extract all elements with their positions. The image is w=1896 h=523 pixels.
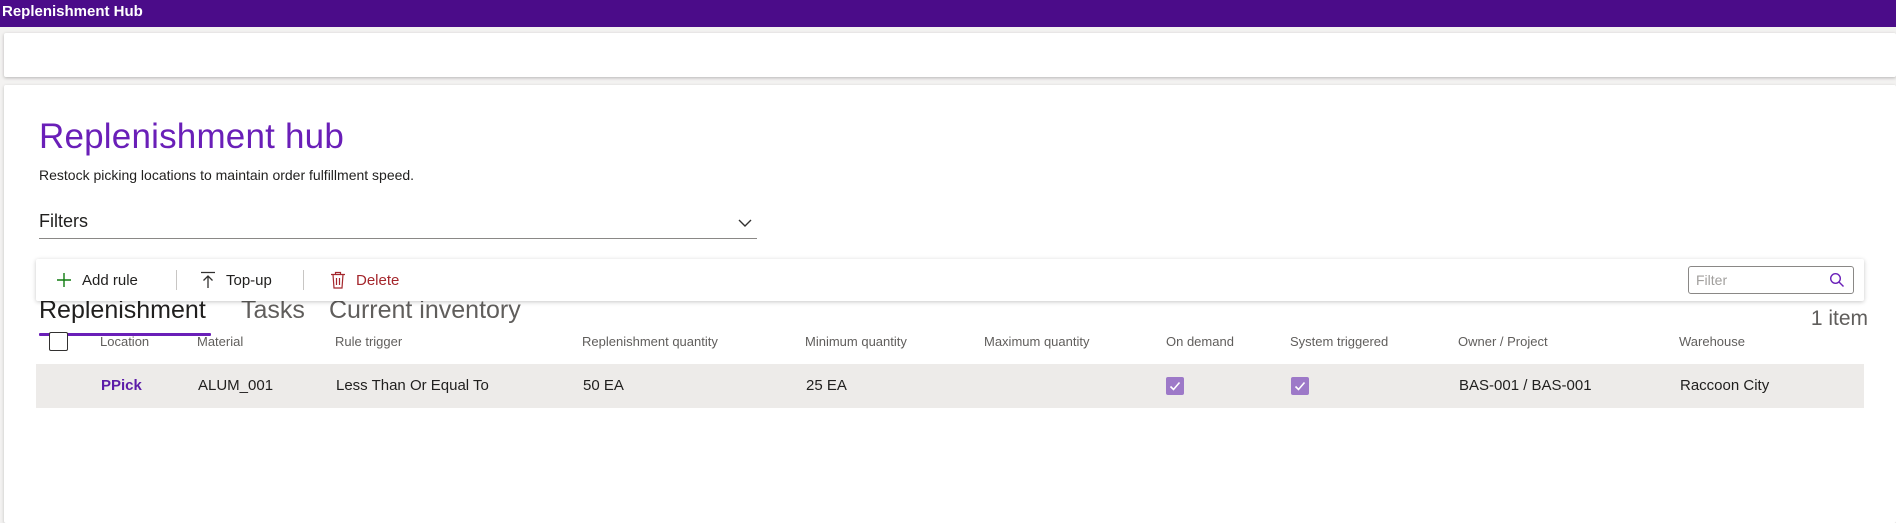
- table-row[interactable]: PPick ALUM_001 Less Than Or Equal To 50 …: [36, 364, 1864, 408]
- add-rule-button[interactable]: Add rule: [56, 259, 138, 301]
- filter-search-box: [1688, 266, 1854, 294]
- search-icon[interactable]: [1829, 272, 1845, 288]
- app-title: Replenishment Hub: [2, 3, 143, 20]
- plus-icon: [57, 273, 71, 287]
- checkmark-icon: [1294, 381, 1306, 391]
- toolbar-divider: [176, 270, 177, 290]
- column-header-warehouse[interactable]: Warehouse: [1679, 334, 1745, 349]
- upload-icon: [201, 271, 215, 288]
- toolbar-divider: [303, 270, 304, 290]
- location-link[interactable]: PPick: [101, 377, 142, 394]
- delete-button[interactable]: Delete: [330, 259, 399, 301]
- top-up-button[interactable]: Top-up: [200, 259, 272, 301]
- replenishment-quantity-cell: 50 EA: [583, 377, 624, 394]
- column-header-system-triggered[interactable]: System triggered: [1290, 334, 1388, 349]
- column-header-owner-project[interactable]: Owner / Project: [1458, 334, 1548, 349]
- rule-trigger-cell: Less Than Or Equal To: [336, 377, 489, 394]
- main-content: Replenishment hub Restock picking locati…: [4, 85, 1896, 523]
- owner-project-cell: BAS-001 / BAS-001: [1459, 377, 1592, 394]
- filters-dropdown[interactable]: Filters: [39, 209, 757, 239]
- system-triggered-checkbox: [1291, 377, 1309, 395]
- column-header-on-demand[interactable]: On demand: [1166, 334, 1234, 349]
- table-header: Location Material Rule trigger Replenish…: [36, 320, 1864, 364]
- column-header-minimum-quantity[interactable]: Minimum quantity: [805, 334, 907, 349]
- minimum-quantity-cell: 25 EA: [806, 377, 847, 394]
- command-bar: [4, 33, 1896, 77]
- warehouse-cell: Raccoon City: [1680, 377, 1770, 394]
- column-header-replenishment-quantity[interactable]: Replenishment quantity: [582, 334, 718, 349]
- page-subtitle: Restock picking locations to maintain or…: [39, 167, 415, 183]
- checkmark-icon: [1169, 381, 1181, 391]
- column-header-material[interactable]: Material: [197, 334, 243, 349]
- on-demand-checkbox: [1166, 377, 1184, 395]
- trash-icon: [331, 271, 345, 289]
- column-header-maximum-quantity[interactable]: Maximum quantity: [984, 334, 1089, 349]
- select-all-checkbox[interactable]: [49, 332, 68, 351]
- table-toolbar: Add rule Top-up Delete: [36, 259, 1864, 301]
- top-up-label: Top-up: [226, 271, 272, 289]
- filters-label: Filters: [39, 211, 88, 231]
- page-title: Replenishment hub: [39, 117, 344, 156]
- delete-label: Delete: [356, 271, 400, 289]
- filter-input[interactable]: [1689, 267, 1819, 293]
- material-cell: ALUM_001: [198, 377, 274, 394]
- chevron-down-icon: [738, 219, 752, 227]
- column-header-rule-trigger[interactable]: Rule trigger: [335, 334, 402, 349]
- app-title-bar: Replenishment Hub: [0, 0, 1896, 27]
- column-header-location[interactable]: Location: [100, 334, 149, 349]
- add-rule-label: Add rule: [82, 271, 138, 289]
